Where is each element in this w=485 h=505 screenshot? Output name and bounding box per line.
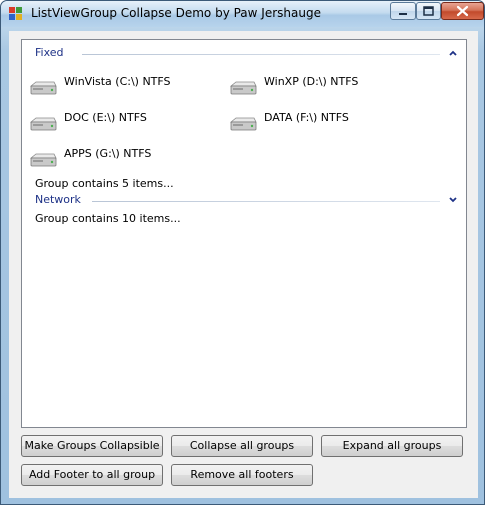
- item-label: WinVista (C:\) NTFS: [64, 75, 171, 88]
- list-item[interactable]: WinVista (C:\) NTFS: [28, 75, 228, 99]
- group-title-fixed: Fixed: [35, 46, 70, 59]
- drive-icon: [29, 81, 57, 95]
- group-header-fixed[interactable]: Fixed: [22, 46, 466, 62]
- chevron-up-icon[interactable]: [448, 48, 458, 58]
- item-label: DOC (E:\) NTFS: [64, 111, 147, 124]
- close-button[interactable]: [441, 2, 484, 20]
- minimize-button[interactable]: [390, 2, 416, 20]
- drives-listview[interactable]: Fixed WinVista (C:\) NTFS WinXP (D:\) NT…: [21, 39, 467, 428]
- list-item[interactable]: APPS (G:\) NTFS: [28, 147, 228, 171]
- client-area: Fixed WinVista (C:\) NTFS WinXP (D:\) NT…: [9, 31, 478, 498]
- list-item[interactable]: WinXP (D:\) NTFS: [228, 75, 428, 99]
- item-label: APPS (G:\) NTFS: [64, 147, 152, 160]
- make-groups-collapsible-button[interactable]: Make Groups Collapsible: [21, 435, 163, 457]
- add-footer-button[interactable]: Add Footer to all group: [21, 464, 163, 486]
- drive-icon: [229, 117, 257, 131]
- item-label: DATA (F:\) NTFS: [264, 111, 349, 124]
- minimize-icon: [399, 13, 407, 15]
- expand-all-groups-button[interactable]: Expand all groups: [321, 435, 463, 457]
- maximize-button[interactable]: [416, 2, 441, 20]
- title-bar[interactable]: ListViewGroup Collapse Demo by Paw Jersh…: [1, 1, 484, 27]
- drive-icon: [29, 117, 57, 131]
- group-divider: [82, 54, 440, 55]
- list-item[interactable]: DOC (E:\) NTFS: [28, 111, 228, 135]
- main-window: ListViewGroup Collapse Demo by Paw Jersh…: [0, 0, 485, 505]
- maximize-icon: [423, 6, 434, 16]
- group-title-network: Network: [35, 193, 87, 206]
- item-label: WinXP (D:\) NTFS: [264, 75, 359, 88]
- list-item[interactable]: DATA (F:\) NTFS: [228, 111, 428, 135]
- group-header-network[interactable]: Network: [22, 193, 466, 209]
- group-divider: [92, 201, 440, 202]
- remove-all-footers-button[interactable]: Remove all footers: [171, 464, 313, 486]
- chevron-down-icon[interactable]: [448, 195, 458, 205]
- drive-icon: [29, 153, 57, 167]
- window-title: ListViewGroup Collapse Demo by Paw Jersh…: [31, 6, 321, 20]
- collapse-all-groups-button[interactable]: Collapse all groups: [171, 435, 313, 457]
- group-footer-network: Group contains 10 items...: [35, 212, 181, 225]
- close-icon: [456, 5, 469, 17]
- group-footer-fixed: Group contains 5 items...: [35, 177, 174, 190]
- drive-icon: [229, 81, 257, 95]
- app-icon: [9, 7, 23, 21]
